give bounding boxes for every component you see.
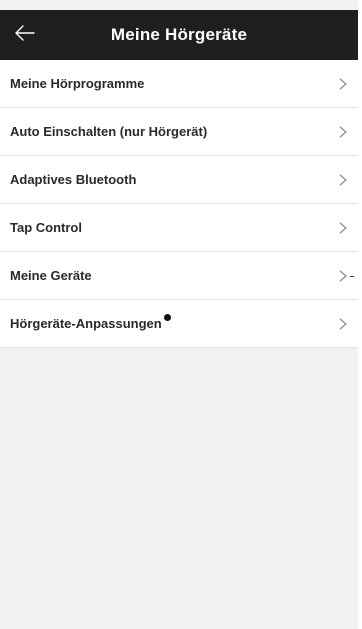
menu-item-label: Hörgeräte-Anpassungen <box>0 314 171 331</box>
settings-menu: Meine Hörprogramme Auto Einschalten (nur… <box>0 60 358 348</box>
chevron-right-icon <box>338 317 348 331</box>
menu-item-auto-power-on[interactable]: Auto Einschalten (nur Hörgerät) <box>0 108 358 156</box>
menu-item-adaptive-bluetooth[interactable]: Adaptives Bluetooth <box>0 156 358 204</box>
notification-dot <box>163 314 171 321</box>
page-title: Meine Hörgeräte <box>110 25 248 44</box>
header-bar: Meine Hörgeräte <box>0 10 358 60</box>
menu-item-hearing-programs[interactable]: Meine Hörprogramme <box>0 60 358 108</box>
chevron-right-icon <box>338 173 348 187</box>
chevron-right-icon <box>338 221 348 235</box>
menu-item-label: Adaptives Bluetooth <box>10 172 137 187</box>
arrow-left-icon <box>13 21 37 50</box>
app-screen: Meine Hörgeräte Meine Hörprogramme Auto … <box>0 0 358 629</box>
back-button[interactable] <box>0 10 50 60</box>
edge-tick <box>350 275 354 277</box>
menu-item-label-text: Hörgeräte-Anpassungen <box>10 316 162 331</box>
menu-item-label: Meine Geräte <box>10 268 92 283</box>
menu-item-my-devices[interactable]: Meine Geräte <box>0 252 358 300</box>
chevron-right-icon <box>338 125 348 139</box>
chevron-right-icon <box>338 269 354 283</box>
menu-item-hearing-aid-adjustments[interactable]: Hörgeräte-Anpassungen <box>0 300 358 348</box>
menu-item-label: Auto Einschalten (nur Hörgerät) <box>10 124 208 139</box>
menu-item-label: Meine Hörprogramme <box>10 76 145 91</box>
menu-item-label: Tap Control <box>10 220 82 235</box>
chevron-right-icon <box>338 77 348 91</box>
menu-item-tap-control[interactable]: Tap Control <box>0 204 358 252</box>
